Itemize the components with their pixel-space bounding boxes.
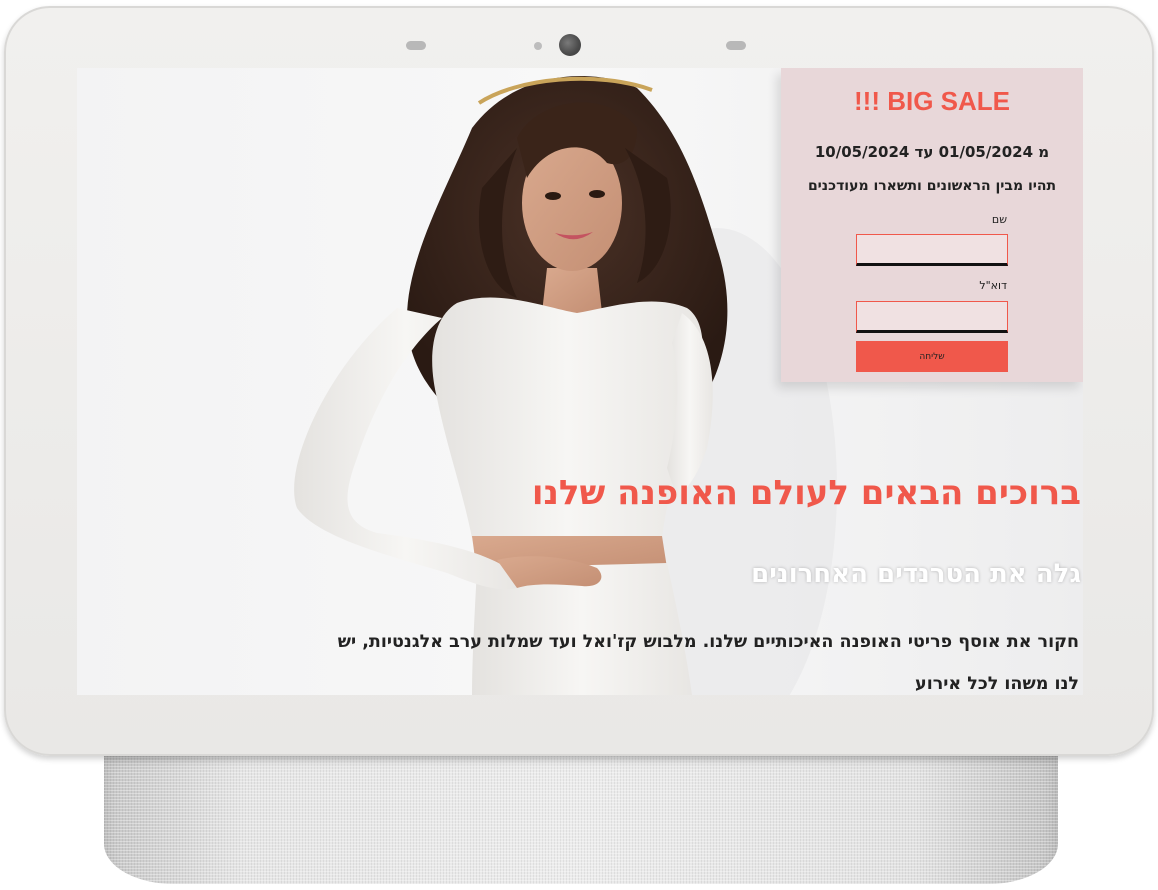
speaker-base [104, 748, 1058, 884]
name-input[interactable] [856, 234, 1008, 266]
sale-title: !!! BIG SALE [854, 86, 1010, 116]
email-input[interactable] [856, 301, 1008, 333]
name-label: שם [991, 213, 1007, 226]
microphone-dot [534, 42, 542, 50]
sale-tagline: תהיו מבין הראשונים ותשארו מעודכנים [807, 178, 1057, 194]
smart-display-device: !!! BIG SALE מ 01/05/2024 עד 10/05/2024 … [0, 0, 1158, 890]
email-label: דוא"ל [979, 279, 1007, 292]
camera-lens [559, 34, 581, 56]
sale-signup-card: !!! BIG SALE מ 01/05/2024 עד 10/05/2024 … [781, 68, 1083, 382]
hero-body-text: חקור את אוסף פריטי האופנה האיכותיים שלנו… [337, 632, 1079, 694]
screen: !!! BIG SALE מ 01/05/2024 עד 10/05/2024 … [77, 68, 1083, 695]
light-sensor-left [406, 41, 426, 50]
submit-button[interactable]: שליחה [856, 341, 1008, 372]
hero-title: ברוכים הבאים לעולם האופנה שלנו [531, 473, 1081, 513]
hero-subtitle: גלה את הטרנדים האחרונים [751, 559, 1081, 589]
light-sensor-right [726, 41, 746, 50]
sale-dates: מ 01/05/2024 עד 10/05/2024 [814, 143, 1050, 161]
